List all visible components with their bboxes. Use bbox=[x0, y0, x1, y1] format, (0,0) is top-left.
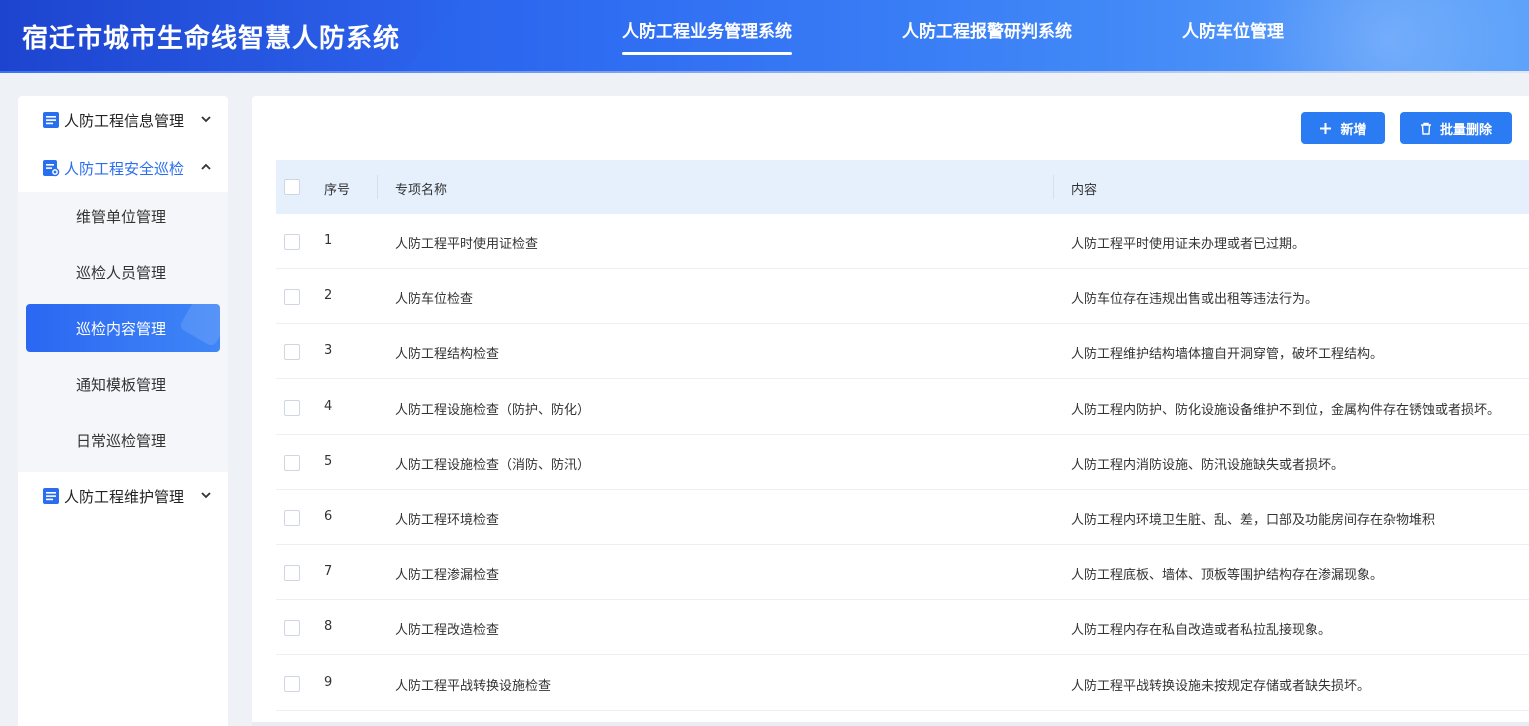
row-content: 人防工程平时使用证未办理或者已过期。 bbox=[1071, 237, 1306, 252]
row-no: 6 bbox=[324, 509, 333, 524]
batch-delete-button-label: 批量删除 bbox=[1439, 122, 1492, 138]
table-row: 4 人防工程设施检查（防护、防化） 人防工程内防护、防化设施设备维护不到位，金属… bbox=[276, 380, 1529, 435]
row-no: 3 bbox=[324, 343, 333, 358]
row-no: 4 bbox=[324, 399, 333, 414]
sidebar-group-label: 人防工程信息管理 bbox=[64, 111, 185, 130]
chevron-down-icon bbox=[201, 116, 211, 123]
row-no: 5 bbox=[324, 454, 333, 469]
chevron-up-icon bbox=[201, 163, 211, 170]
top-nav-parking[interactable]: 人防车位管理 bbox=[1182, 17, 1284, 42]
app-header: 宿迁市城市生命线智慧人防系统 人防工程业务管理系统 人防工程报警研判系统 人防车… bbox=[0, 0, 1529, 71]
app-title: 宿迁市城市生命线智慧人防系统 bbox=[22, 24, 401, 54]
row-name: 人防工程结构检查 bbox=[395, 347, 500, 362]
sidebar-item-maintenance-unit[interactable]: 维管单位管理 bbox=[26, 192, 220, 240]
plus-icon bbox=[1320, 122, 1332, 134]
row-checkbox[interactable] bbox=[284, 234, 300, 250]
sidebar-group-info[interactable]: 人防工程信息管理 bbox=[18, 98, 228, 142]
row-checkbox[interactable] bbox=[284, 344, 300, 360]
row-no: 1 bbox=[324, 233, 333, 248]
row-checkbox[interactable] bbox=[284, 676, 300, 692]
document-icon bbox=[43, 112, 59, 128]
row-content: 人防工程内存在私自改造或者私拉乱接现象。 bbox=[1071, 623, 1332, 638]
sidebar-group-label: 人防工程维护管理 bbox=[64, 487, 185, 506]
document-icon bbox=[43, 488, 59, 504]
column-header-name: 专项名称 bbox=[395, 183, 448, 198]
row-checkbox[interactable] bbox=[284, 289, 300, 305]
row-checkbox[interactable] bbox=[284, 510, 300, 526]
row-content: 人防工程底板、墙体、顶板等围护结构存在渗漏现象。 bbox=[1071, 568, 1384, 583]
column-header-content: 内容 bbox=[1071, 183, 1098, 198]
row-name: 人防工程平时使用证检查 bbox=[395, 237, 539, 252]
add-button[interactable]: 新增 bbox=[1301, 112, 1385, 144]
sidebar-item-daily-inspection[interactable]: 日常巡检管理 bbox=[26, 416, 220, 464]
sidebar-item-inspection-content[interactable]: 巡检内容管理 bbox=[26, 304, 220, 352]
row-name: 人防车位检查 bbox=[395, 292, 474, 307]
main-panel: 新增 批量删除 序号 专项名称 内容 1 人防工程平时使用证检查 人防工程平时使… bbox=[252, 96, 1529, 726]
row-checkbox[interactable] bbox=[284, 620, 300, 636]
table-row: 9 人防工程平战转换设施检查 人防工程平战转换设施未按规定存储或者缺失损坏。 bbox=[276, 656, 1529, 711]
top-nav-alarm[interactable]: 人防工程报警研判系统 bbox=[902, 17, 1072, 42]
column-divider bbox=[1053, 175, 1054, 199]
inspection-icon bbox=[43, 160, 60, 177]
row-content: 人防工程内环境卫生脏、乱、差，口部及功能房间存在杂物堆积 bbox=[1071, 513, 1436, 528]
table-row: 8 人防工程改造检查 人防工程内存在私自改造或者私拉乱接现象。 bbox=[276, 600, 1529, 655]
row-name: 人防工程设施检查（防护、防化） bbox=[395, 403, 591, 418]
row-no: 9 bbox=[324, 675, 333, 690]
select-all-checkbox[interactable] bbox=[284, 179, 300, 195]
column-header-no: 序号 bbox=[324, 183, 351, 198]
header-divider bbox=[0, 71, 1529, 73]
row-no: 2 bbox=[324, 288, 333, 303]
horizontal-scrollbar[interactable] bbox=[252, 722, 1529, 726]
sidebar-submenu: 维管单位管理 巡检人员管理 巡检内容管理 通知模板管理 日常巡检管理 bbox=[18, 192, 228, 472]
row-checkbox[interactable] bbox=[284, 455, 300, 471]
sidebar-group-label: 人防工程安全巡检 bbox=[64, 159, 185, 178]
row-name: 人防工程改造检查 bbox=[395, 623, 500, 638]
top-nav-business[interactable]: 人防工程业务管理系统 bbox=[622, 17, 792, 55]
sidebar-group-inspection[interactable]: 人防工程安全巡检 bbox=[18, 146, 228, 190]
row-no: 8 bbox=[324, 619, 333, 634]
row-no: 7 bbox=[324, 564, 333, 579]
row-content: 人防车位存在违规出售或出租等违法行为。 bbox=[1071, 292, 1319, 307]
table-row: 7 人防工程渗漏检查 人防工程底板、墙体、顶板等围护结构存在渗漏现象。 bbox=[276, 545, 1529, 600]
row-checkbox[interactable] bbox=[284, 400, 300, 416]
add-button-label: 新增 bbox=[1340, 122, 1367, 138]
row-content: 人防工程内防护、防化设施设备维护不到位，金属构件存在锈蚀或者损坏。 bbox=[1071, 403, 1501, 418]
row-content: 人防工程维护结构墙体擅自开洞穿管，破坏工程结构。 bbox=[1071, 347, 1384, 362]
table-row: 6 人防工程环境检查 人防工程内环境卫生脏、乱、差，口部及功能房间存在杂物堆积 bbox=[276, 490, 1529, 545]
sidebar-group-maintenance[interactable]: 人防工程维护管理 bbox=[18, 474, 228, 518]
row-content: 人防工程平战转换设施未按规定存储或者缺失损坏。 bbox=[1071, 679, 1371, 694]
table-row: 5 人防工程设施检查（消防、防汛） 人防工程内消防设施、防汛设施缺失或者损坏。 bbox=[276, 435, 1529, 490]
chevron-down-icon bbox=[201, 492, 211, 499]
column-divider bbox=[377, 175, 378, 199]
row-name: 人防工程平战转换设施检查 bbox=[395, 679, 552, 694]
table-row: 3 人防工程结构检查 人防工程维护结构墙体擅自开洞穿管，破坏工程结构。 bbox=[276, 324, 1529, 379]
table-row: 2 人防车位检查 人防车位存在违规出售或出租等违法行为。 bbox=[276, 269, 1529, 324]
row-name: 人防工程渗漏检查 bbox=[395, 568, 500, 583]
sidebar: 人防工程信息管理 人防工程安全巡检 维管单位管理 巡检人员管理 巡检内容管理 通… bbox=[18, 96, 228, 726]
row-checkbox[interactable] bbox=[284, 565, 300, 581]
row-content: 人防工程内消防设施、防汛设施缺失或者损坏。 bbox=[1071, 458, 1345, 473]
sidebar-item-notice-template[interactable]: 通知模板管理 bbox=[26, 360, 220, 408]
sidebar-item-inspectors[interactable]: 巡检人员管理 bbox=[26, 248, 220, 296]
table-row: 1 人防工程平时使用证检查 人防工程平时使用证未办理或者已过期。 bbox=[276, 214, 1529, 269]
row-name: 人防工程设施检查（消防、防汛） bbox=[395, 458, 591, 473]
trash-icon bbox=[1420, 122, 1431, 135]
batch-delete-button[interactable]: 批量删除 bbox=[1400, 112, 1512, 144]
row-name: 人防工程环境检查 bbox=[395, 513, 500, 528]
table-header: 序号 专项名称 内容 bbox=[276, 160, 1529, 214]
